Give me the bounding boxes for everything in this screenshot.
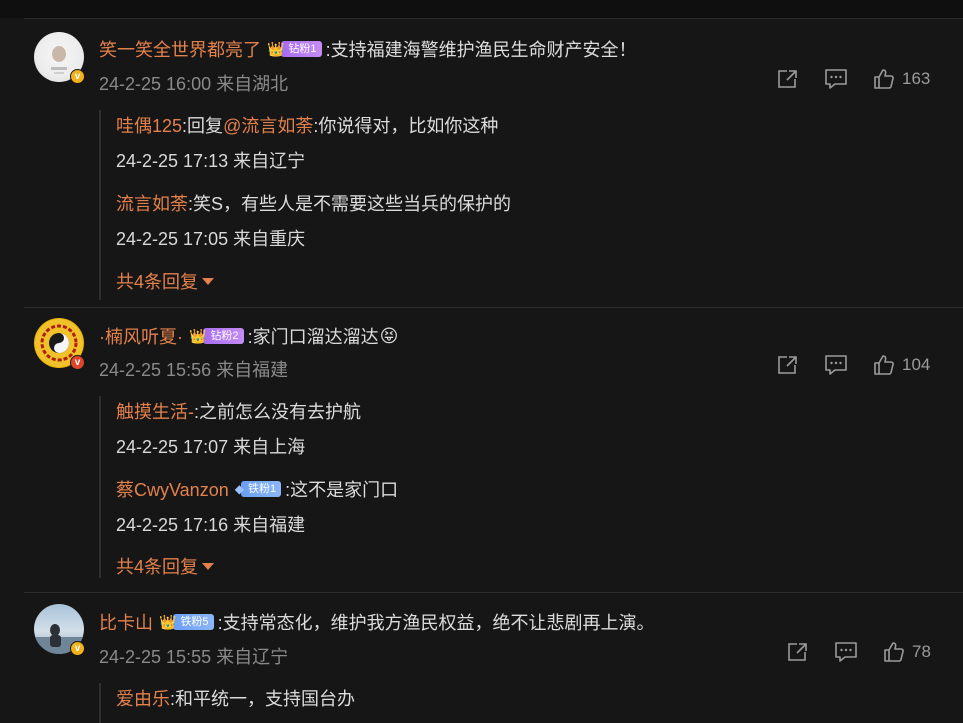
view-more-replies-button[interactable]: 共4条回复 [116,553,215,579]
triangle-down-icon [202,277,215,285]
fan-badge-label: 铁粉5 [173,614,214,630]
comment-text: :支持常态化，维护我方渔民权益，绝不让悲剧再上演。 [217,613,655,633]
comment-text: :支持福建海警维护渔民生命财产安全！ [325,40,637,60]
fan-badge[interactable]: 👑 铁粉5 [159,613,214,631]
comment-time: 24-2-25 16:00 [99,74,212,94]
reply-text: :这不是家门口 [285,480,399,500]
reply-mention-link[interactable]: @流言如荼 [223,116,313,136]
diamond-icon: ◆ [234,482,244,496]
reply-username[interactable]: 哇偶125 [116,116,182,136]
like-count: 163 [902,69,931,88]
comment-time: 24-2-25 15:56 [99,360,212,380]
like-button[interactable]: 78 [883,641,931,663]
view-more-replies-button[interactable]: 共4条回复 [116,268,215,294]
comment-meta: 24-2-25 15:55 来自辽宁 [99,643,288,669]
top-divider [24,18,963,19]
comment-actions: 163 [776,68,930,90]
comment-icon [825,355,847,375]
avatar[interactable]: v [34,318,85,370]
crown-icon: 👑 [159,613,177,630]
reply-username[interactable]: 爱由乐 [116,689,170,709]
emoji-icon: 😝 [379,325,399,346]
reply-thread: 触摸生活-:之前怎么没有去护航 24-2-25 17:07 来自上海 蔡CwyV… [99,396,398,578]
reply-username[interactable]: 触摸生活- [116,402,194,422]
reply-item: 爱由乐:和平统一，支持国台办 [116,685,355,711]
comment-meta: 24-2-25 15:56 来自福建 [99,356,288,382]
share-button[interactable] [786,641,809,663]
comment-divider [24,307,963,308]
reply-item: 蔡CwyVanzon ◆ 铁粉1 :这不是家门口 [116,476,398,502]
share-icon [778,70,797,88]
comment-meta: 24-2-25 16:00 来自湖北 [99,70,288,96]
more-replies-label: 共4条回复 [116,272,199,292]
comment-username[interactable]: 比卡山 [99,609,153,635]
comment-button[interactable] [824,68,848,90]
reply-username[interactable]: 流言如荼 [116,194,188,214]
reply-meta: 24-2-25 17:13 来自辽宁 [116,151,306,171]
thumbs-up-icon [884,642,904,662]
reply-text: :笑S，有些人是不需要这些当兵的保护的 [188,194,512,214]
reply-text: :之前怎么没有去护航 [194,402,362,422]
like-count: 104 [902,355,931,374]
comment-location: 来自辽宁 [216,647,289,667]
reply-thread: 哇偶125:回复@流言如荼:你说得对，比如你这种 24-2-25 17:13 来… [99,110,511,300]
avatar[interactable]: v [34,604,85,656]
crown-icon: 👑 [189,327,207,344]
reply-username[interactable]: 蔡CwyVanzon [116,476,229,502]
reply-thread: 爱由乐:和平统一，支持国台办 [99,683,355,723]
triangle-down-icon [202,562,215,570]
comment-username[interactable]: 笑一笑全世界都亮了 [99,36,261,62]
crown-icon: 👑 [267,40,285,57]
comment-text: :家门口溜达溜达 [247,327,379,347]
comment-button[interactable] [824,354,848,376]
reply-item: 流言如荼:笑S，有些人是不需要这些当兵的保护的 [116,190,511,216]
thumbs-up-icon [874,355,894,375]
share-icon [778,356,797,374]
comment-button[interactable] [834,641,858,663]
reply-meta: 24-2-25 17:05 来自重庆 [116,229,306,249]
avatar[interactable]: v [34,32,85,84]
more-replies-label: 共4条回复 [116,557,199,577]
fan-badge-label: 铁粉1 [240,481,282,497]
comment-divider [24,592,963,593]
share-button[interactable] [776,68,799,90]
reply-item: 哇偶125:回复@流言如荼:你说得对，比如你这种 [116,112,498,138]
comment-icon [835,642,857,662]
verified-badge-icon: v [70,69,85,84]
comment-icon [825,69,847,89]
like-button[interactable]: 163 [873,68,930,90]
comment-time: 24-2-25 15:55 [99,647,212,667]
like-button[interactable]: 104 [873,354,930,376]
comment-username[interactable]: ·楠风听夏· [99,323,183,349]
verified-badge-icon: v [70,355,85,370]
reply-text: :和平统一，支持国台办 [170,689,355,709]
reply-item: 触摸生活-:之前怎么没有去护航 [116,398,361,424]
share-icon [788,643,807,661]
comment-actions: 78 [786,641,931,663]
fan-badge[interactable]: ◆ 铁粉1 [234,480,282,498]
reply-meta: 24-2-25 17:07 来自上海 [116,437,306,457]
reply-meta: 24-2-25 17:16 来自福建 [116,515,306,535]
top-bar [0,0,963,18]
fan-badge[interactable]: 👑 钻粉2 [189,327,244,345]
fan-badge-label: 钻粉2 [203,328,244,344]
share-button[interactable] [776,354,799,376]
fan-badge-label: 钻粉1 [281,41,322,57]
comment-actions: 104 [776,354,930,376]
reply-text: :你说得对，比如你这种 [313,116,499,136]
comment-location: 来自湖北 [216,74,289,94]
verified-badge-icon: v [70,641,85,656]
comment-location: 来自福建 [216,360,289,380]
fan-badge[interactable]: 👑 钻粉1 [267,40,322,58]
reply-text-prefix: :回复 [182,116,224,136]
thumbs-up-icon [874,69,894,89]
like-count: 78 [912,642,931,661]
